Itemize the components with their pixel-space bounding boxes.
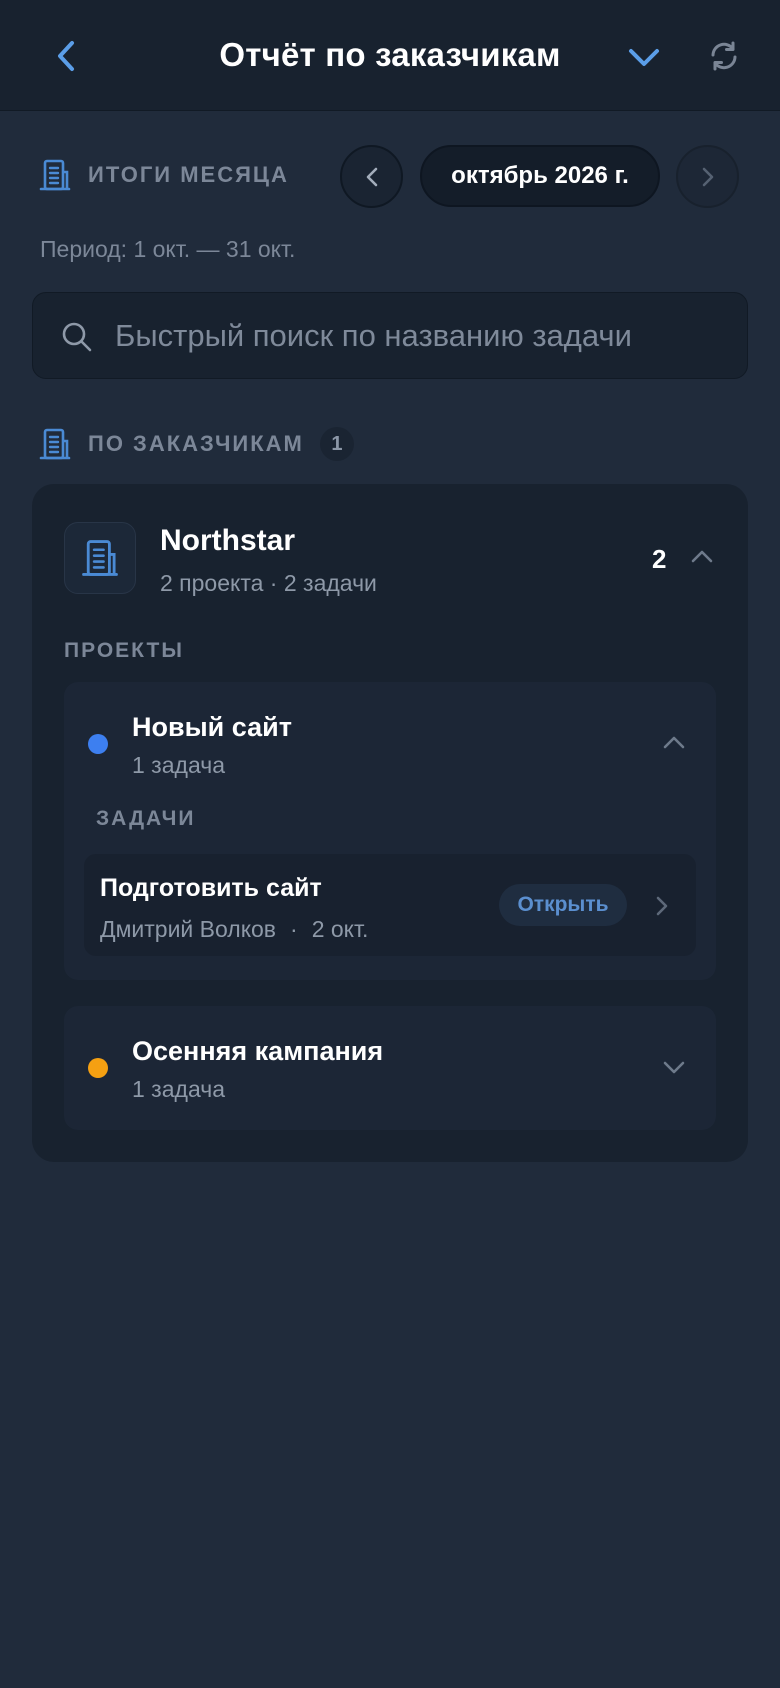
task-meta-separator: ·: [290, 916, 298, 942]
project-name[interactable]: Новый сайт: [132, 712, 292, 743]
client-collapse-button[interactable]: [684, 538, 720, 574]
refresh-button[interactable]: [704, 36, 744, 76]
client-meta: 2 проекта · 2 задачи: [160, 570, 377, 596]
chevron-right-icon: [656, 896, 668, 916]
next-month-button[interactable]: [676, 145, 739, 208]
clients-count-badge: 1: [319, 427, 354, 461]
project-color-dot: [88, 1058, 108, 1078]
project-meta: 1 задача: [132, 752, 225, 778]
project-meta: 1 задача: [132, 1076, 225, 1102]
building-icon: [38, 427, 72, 461]
current-month[interactable]: октябрь 2026 г.: [420, 145, 660, 207]
chevron-left-icon: [366, 167, 377, 186]
period-text: Период: 1 окт. — 31 окт.: [40, 236, 296, 262]
open-task-button[interactable]: Открыть: [499, 884, 627, 926]
clients-section-label: ПО ЗАКАЗЧИКАМ 1: [38, 427, 354, 461]
task-chevron[interactable]: [644, 888, 680, 924]
month-summary-text: ИТОГИ МЕСЯЦА: [88, 162, 289, 187]
client-card: Northstar 2 проекта · 2 задачи 2 ПРОЕКТЫ…: [32, 484, 748, 1162]
client-task-count: 2: [652, 544, 667, 574]
chevron-down-icon: [663, 1061, 685, 1074]
chevron-right-icon: [702, 167, 713, 186]
project-card: Новый сайт 1 задача ЗАДАЧИ Подготовить с…: [64, 682, 716, 980]
tasks-label: ЗАДАЧИ: [96, 807, 196, 830]
task-assignee: Дмитрий Волков: [100, 916, 277, 942]
search-bar: [32, 292, 748, 379]
top-bar: Отчёт по заказчикам: [0, 0, 780, 111]
building-icon: [38, 158, 72, 192]
dropdown-button[interactable]: [624, 38, 664, 78]
task-name: Подготовить сайт: [100, 874, 322, 902]
search-input[interactable]: [115, 293, 725, 378]
project-collapse-button[interactable]: [656, 724, 692, 760]
chevron-down-icon: [629, 49, 659, 66]
prev-month-button[interactable]: [340, 145, 403, 208]
client-building-icon: [64, 522, 136, 594]
clients-section-text: ПО ЗАКАЗЧИКАМ: [88, 431, 304, 456]
refresh-icon: [711, 41, 737, 71]
client-name[interactable]: Northstar: [160, 524, 295, 558]
task-meta: Дмитрий Волков · 2 окт.: [100, 916, 368, 943]
project-color-dot: [88, 734, 108, 754]
projects-label: ПРОЕКТЫ: [64, 639, 184, 662]
task-date: 2 окт.: [311, 916, 369, 942]
project-name[interactable]: Осенняя кампания: [132, 1036, 383, 1067]
project-expand-button[interactable]: [656, 1050, 692, 1086]
chevron-up-icon: [663, 736, 685, 749]
search-icon: [57, 317, 97, 357]
project-card: Осенняя кампания 1 задача: [64, 1006, 716, 1130]
month-summary-label: ИТОГИ МЕСЯЦА: [38, 158, 289, 192]
chevron-up-icon: [691, 550, 713, 563]
task-row[interactable]: Подготовить сайт Дмитрий Волков · 2 окт.…: [84, 854, 696, 956]
